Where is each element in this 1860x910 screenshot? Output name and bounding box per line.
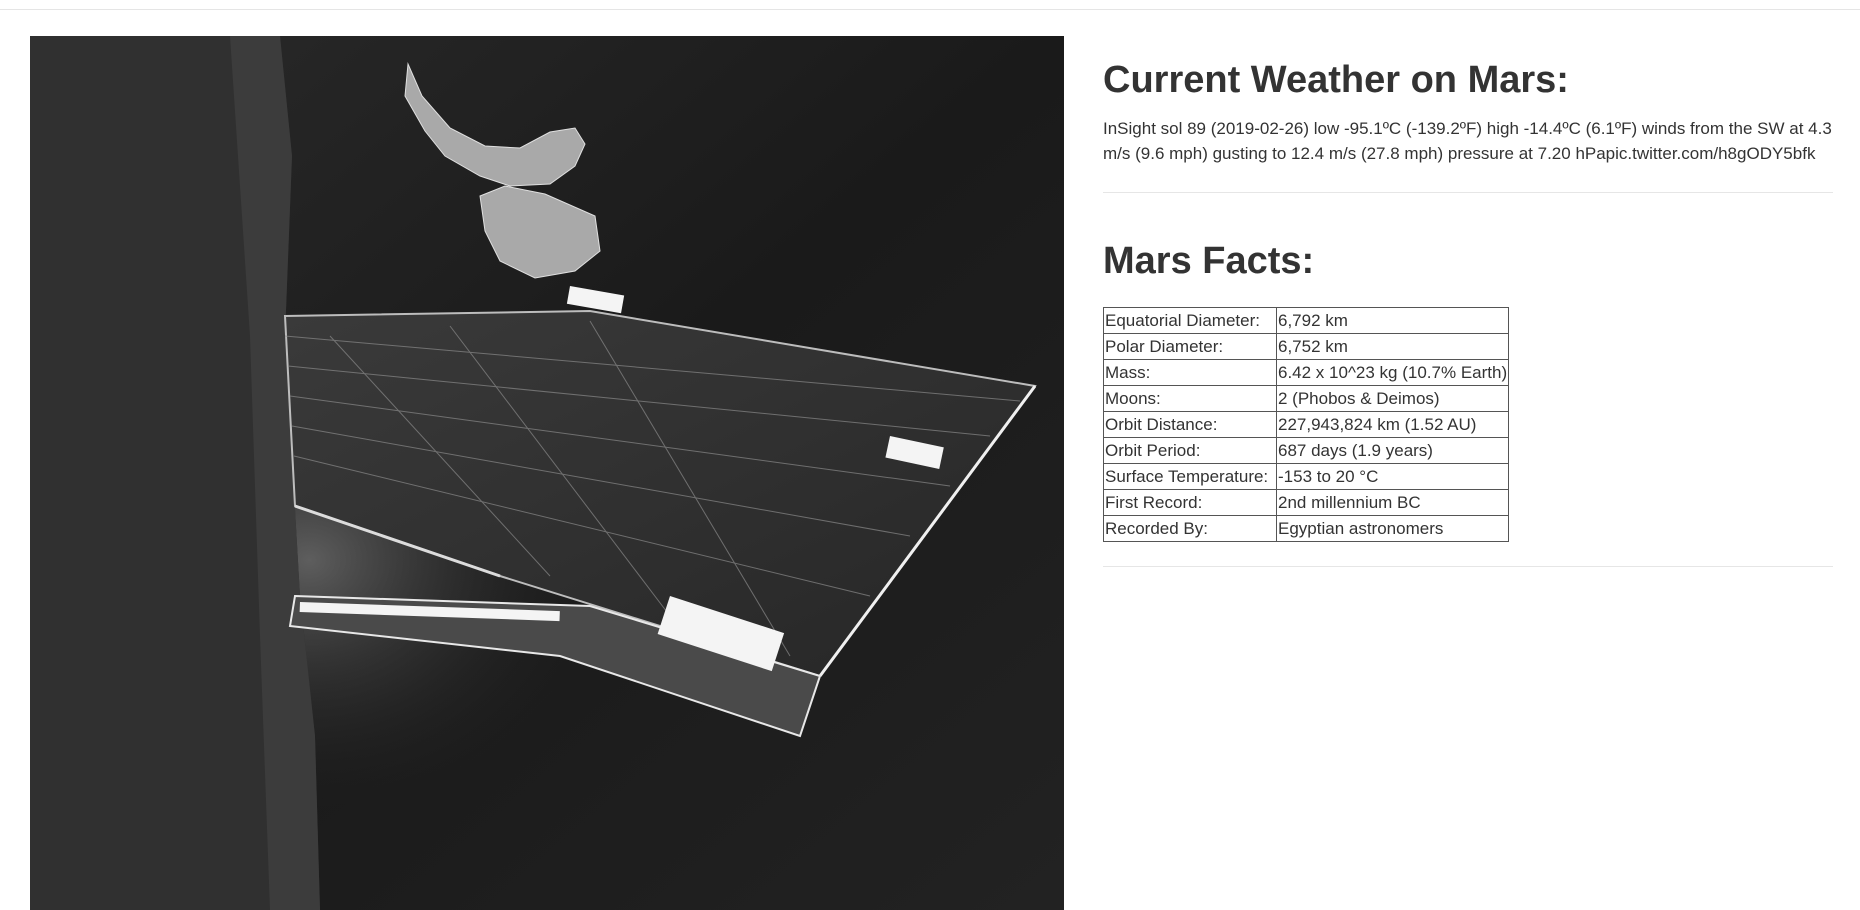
fact-value: Egyptian astronomers [1275,514,1510,542]
table-row: Recorded By: Egyptian astronomers [1103,514,1510,542]
table-row: Orbit Distance: 227,943,824 km (1.52 AU) [1103,410,1510,438]
fact-value: 227,943,824 km (1.52 AU) [1275,410,1510,438]
fact-label: First Record: [1103,488,1277,516]
fact-value: 687 days (1.9 years) [1275,436,1510,464]
fact-label: Mass: [1103,358,1277,386]
fact-label: Orbit Period: [1103,436,1277,464]
fact-value: 2nd millennium BC [1275,488,1510,516]
table-row: Orbit Period: 687 days (1.9 years) [1103,436,1510,464]
fact-value: -153 to 20 °C [1275,462,1510,490]
fact-value: 6,792 km [1275,306,1510,334]
facts-heading: Mars Facts: [1103,239,1315,282]
fact-label: Orbit Distance: [1103,410,1277,438]
table-row: Surface Temperature: -153 to 20 °C [1103,462,1510,490]
fact-label: Recorded By: [1103,514,1277,542]
featured-image[interactable] [30,36,1064,910]
weather-report: InSight sol 89 (2019-02-26) low -95.1ºC … [1103,118,1832,163]
weather-heading: Current Weather on Mars: [1103,59,1569,101]
table-row: First Record: 2nd millennium BC [1103,488,1510,516]
fact-label: Moons: [1103,384,1277,412]
fact-value: 6,752 km [1275,332,1510,360]
table-row: Mass: 6.42 x 10^23 kg (10.7% Earth) [1103,358,1510,386]
mars-facts-table: Equatorial Diameter: 6,792 km Polar Diam… [1103,306,1510,542]
section-divider [1103,191,1833,193]
fact-label: Equatorial Diameter: [1103,306,1277,334]
table-row: Moons: 2 (Phobos & Deimos) [1103,384,1510,412]
info-panel: Current Weather on Mars: InSight sol 89 … [1103,36,1833,567]
top-divider [0,9,1860,10]
fact-value: 2 (Phobos & Deimos) [1275,384,1510,412]
table-row: Polar Diameter: 6,752 km [1103,332,1510,360]
rosetta-comet-photo [30,36,1064,910]
section-divider [1103,565,1833,567]
fact-label: Polar Diameter: [1103,332,1277,360]
table-row: Equatorial Diameter: 6,792 km [1103,306,1510,334]
fact-value: 6.42 x 10^23 kg (10.7% Earth) [1275,358,1510,386]
fact-label: Surface Temperature: [1103,462,1277,490]
